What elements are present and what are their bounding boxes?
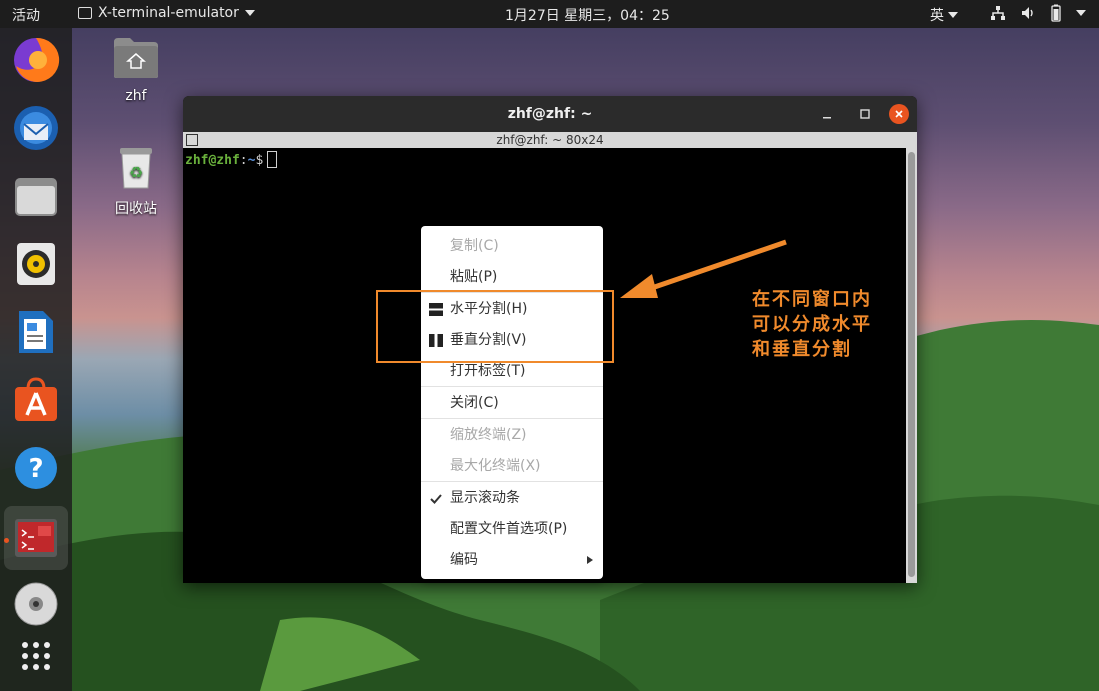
menu-separator (421, 481, 603, 482)
app-menu[interactable]: X-terminal-emulator (78, 5, 255, 21)
close-icon (895, 110, 903, 118)
menu-item-encoding[interactable]: 编码 (421, 545, 603, 575)
home-folder-icon (114, 38, 158, 78)
menu-item-paste[interactable]: 粘贴(P) (421, 262, 603, 292)
firefox-icon (14, 37, 60, 82)
app-grid-icon (22, 642, 50, 670)
software-launcher[interactable] (10, 374, 62, 426)
close-button[interactable] (889, 104, 909, 124)
minimize-button[interactable] (817, 104, 837, 124)
disc-launcher[interactable] (10, 578, 62, 630)
chevron-down-icon (244, 10, 255, 16)
menu-item-close[interactable]: 关闭(C) (421, 388, 603, 418)
home-folder-label: zhf (125, 88, 147, 104)
files-launcher[interactable] (10, 170, 62, 222)
trash-icon: ♻ (120, 148, 152, 189)
terminal-menu-icon[interactable] (186, 134, 198, 146)
help-icon: ? (15, 447, 57, 489)
rhythmbox-launcher[interactable] (10, 238, 62, 290)
top-bar: 活动 X-terminal-emulator 1月27日 星期三，04：25 英 (0, 0, 1099, 28)
menu-item-show-scrollbar[interactable]: 显示滚动条 (421, 483, 603, 513)
menu-item-maximize-terminal[interactable]: 最大化终端(X) (421, 451, 603, 481)
terminal-scrollbar[interactable] (906, 148, 917, 583)
menu-item-zoom-terminal-label: 缩放终端(Z) (450, 427, 527, 443)
menu-item-zoom-terminal[interactable]: 缩放终端(Z) (421, 420, 603, 450)
clock[interactable]: 1月27日 星期三，04：25 (505, 5, 670, 25)
svg-text:♻: ♻ (129, 163, 143, 182)
annotation-text: 在不同窗口内 可以分成水平 和垂直分割 (752, 287, 872, 362)
menu-item-encoding-label: 编码 (450, 552, 478, 568)
firefox-launcher[interactable] (10, 34, 62, 86)
trash-label: 回收站 (115, 201, 157, 217)
battery-icon (1051, 4, 1061, 22)
writer-launcher[interactable] (10, 306, 62, 358)
terminal-subtitle-bar: zhf@zhf: ~ 80x24 (183, 132, 917, 148)
network-icon (991, 6, 1005, 20)
input-method-menu[interactable]: 英 (930, 5, 958, 25)
maximize-button[interactable] (855, 104, 875, 124)
show-apps-button[interactable] (10, 630, 62, 682)
svg-text:?: ? (28, 454, 43, 484)
menu-separator (421, 386, 603, 387)
thunderbird-icon (14, 106, 58, 150)
terminal-app-icon (78, 7, 92, 19)
thunderbird-launcher[interactable] (10, 102, 62, 154)
maximize-icon (860, 109, 870, 119)
menu-separator (421, 418, 603, 419)
menu-item-close-label: 关闭(C) (450, 395, 499, 411)
menu-item-open-tab-label: 打开标签(T) (450, 363, 526, 379)
app-store-icon (15, 377, 57, 421)
chevron-down-icon (1076, 10, 1086, 16)
terminal-title: zhf@zhf: ~ (507, 106, 593, 122)
annotation-line-3: 和垂直分割 (752, 339, 852, 360)
activities-button[interactable]: 活动 (12, 5, 40, 25)
menu-item-paste-label: 粘贴(P) (450, 269, 498, 285)
menu-item-copy-label: 复制(C) (450, 238, 499, 254)
home-folder-shortcut[interactable]: zhf (101, 36, 171, 104)
running-indicator (4, 538, 9, 543)
submenu-arrow-icon (587, 556, 593, 564)
speaker-icon (17, 243, 55, 285)
trash-shortcut[interactable]: ♻ 回收站 (101, 146, 171, 218)
input-method-label: 英 (930, 8, 944, 24)
app-menu-label: X-terminal-emulator (98, 5, 239, 21)
text-cursor (267, 151, 278, 168)
document-icon (19, 311, 53, 353)
annotation-line-2: 可以分成水平 (752, 314, 872, 335)
prompt-colon: : (239, 153, 248, 168)
terminal-titlebar[interactable]: zhf@zhf: ~ (183, 96, 917, 132)
terminal-context-menu: 复制(C) 粘贴(P) 水平分割(H) 垂直分割(V) 打开标签(T) 关闭(C… (421, 226, 603, 579)
annotation-line-1: 在不同窗口内 (752, 289, 872, 310)
chevron-down-icon (948, 12, 958, 18)
prompt-symbol: $ (255, 153, 264, 168)
dock: ? (0, 28, 72, 691)
terminal-icon (15, 519, 57, 557)
volume-icon (1022, 7, 1033, 19)
menu-item-preferences[interactable]: 配置文件首选项(P) (421, 514, 603, 544)
annotation-highlight-box (376, 290, 614, 363)
prompt-user: zhf@zhf (185, 153, 240, 168)
menu-item-preferences-label: 配置文件首选项(P) (450, 521, 568, 537)
minimize-icon (823, 117, 831, 119)
menu-item-copy[interactable]: 复制(C) (421, 231, 603, 261)
terminal-subtitle: zhf@zhf: ~ 80x24 (496, 133, 604, 147)
system-tray[interactable] (990, 4, 1086, 22)
menu-item-maximize-terminal-label: 最大化终端(X) (450, 458, 541, 474)
disc-icon (14, 582, 58, 626)
menu-item-show-scrollbar-label: 显示滚动条 (450, 490, 520, 506)
folder-icon (15, 178, 57, 216)
scrollbar-thumb[interactable] (908, 152, 915, 577)
checkmark-icon (430, 494, 442, 504)
help-launcher[interactable]: ? (10, 442, 62, 494)
terminal-launcher[interactable] (4, 506, 68, 570)
